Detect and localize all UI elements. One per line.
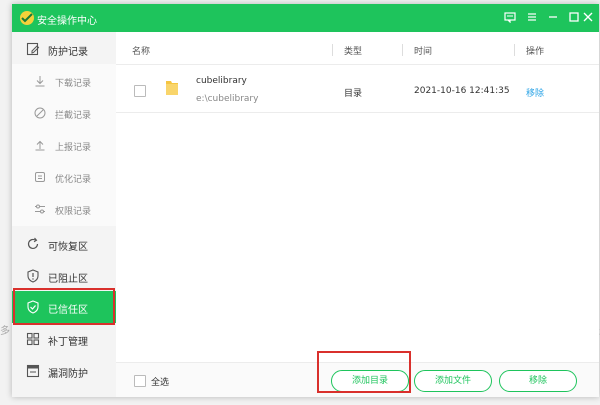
edit-doc-icon	[26, 42, 40, 56]
optimize-icon	[35, 172, 45, 182]
row-path: e:\cubelibrary	[196, 94, 259, 104]
column-header-time[interactable]: 时间	[414, 44, 432, 57]
select-all-checkbox[interactable]	[134, 375, 146, 387]
column-header-name[interactable]: 名称	[132, 44, 150, 57]
sidebar-subitem-label: 权限记录	[55, 207, 92, 217]
close-button[interactable]	[577, 8, 599, 28]
column-divider	[402, 44, 403, 56]
sidebar-item-protection-records[interactable]: 防护记录	[12, 34, 116, 64]
sidebar-subitem-optimizations[interactable]: 优化记录	[12, 162, 116, 192]
column-divider	[514, 44, 515, 56]
sidebar-item-patches[interactable]: 补丁管理	[12, 324, 116, 354]
message-icon	[504, 12, 516, 24]
menu-icon	[528, 13, 536, 21]
column-header-action: 操作	[526, 47, 545, 57]
column-header-type[interactable]: 类型	[344, 44, 362, 57]
highlight-box-add-directory	[317, 351, 411, 393]
minimize-icon	[549, 16, 557, 18]
sidebar-item-recoverable[interactable]: 可恢复区	[12, 229, 116, 259]
select-all-label[interactable]: 全选	[151, 375, 169, 388]
row-checkbox[interactable]	[134, 85, 146, 97]
window-title: 安全操作中心	[37, 16, 97, 27]
sidebar-subitem-label: 下载记录	[55, 79, 92, 89]
security-center-window: 安全操作中心 防护记录 下载记录 拦截记录 上报记录 优化记录 权限记录 可恢复…	[12, 4, 599, 397]
highlight-box-trusted	[13, 288, 115, 325]
menu-button[interactable]	[521, 8, 543, 28]
row-divider	[116, 112, 599, 113]
main-panel: 名称 类型 时间 操作 cubelibrary e:\cubelibrary 目…	[116, 32, 599, 397]
sidebar-subitem-permissions[interactable]: 权限记录	[12, 194, 116, 224]
sidebar-subitem-label: 上报记录	[55, 143, 92, 153]
restore-icon	[27, 237, 39, 250]
add-file-button[interactable]: 添加文件	[414, 370, 492, 392]
permission-icon	[35, 204, 45, 214]
row-name: cubelibrary	[196, 76, 247, 86]
close-icon	[583, 12, 593, 22]
sidebar: 防护记录 下载记录 拦截记录 上报记录 优化记录 权限记录 可恢复区 已阻止区 …	[12, 32, 116, 397]
background-text-left: 多	[0, 326, 10, 337]
sidebar-subitem-downloads[interactable]: 下载记录	[12, 66, 116, 96]
sidebar-item-label: 已阻止区	[48, 274, 88, 285]
row-remove-link[interactable]: 移除	[526, 86, 544, 99]
upload-icon	[35, 140, 45, 151]
header-divider	[116, 64, 599, 65]
column-divider	[332, 44, 333, 56]
remove-button[interactable]: 移除	[499, 370, 577, 392]
sidebar-subitem-label: 优化记录	[55, 175, 92, 185]
sidebar-subitem-intercepts[interactable]: 拦截记录	[12, 98, 116, 128]
sidebar-item-vuln-protection[interactable]: 漏洞防护	[12, 356, 116, 386]
sidebar-item-label: 补丁管理	[48, 337, 88, 348]
sidebar-subitem-reports[interactable]: 上报记录	[12, 130, 116, 160]
title-bar: 安全操作中心	[12, 4, 599, 32]
folder-icon	[166, 81, 178, 95]
sidebar-item-label: 漏洞防护	[48, 369, 88, 380]
grid-icon	[26, 332, 40, 346]
row-type: 目录	[344, 89, 363, 99]
sidebar-item-blocked[interactable]: 已阻止区	[12, 261, 116, 291]
block-icon	[34, 107, 46, 119]
app-logo-icon	[20, 11, 34, 25]
sidebar-item-label: 防护记录	[48, 47, 88, 58]
sidebar-item-label: 可恢复区	[48, 242, 88, 253]
feedback-button[interactable]	[499, 8, 521, 28]
shield-alert-icon	[27, 269, 39, 283]
download-icon	[35, 76, 45, 87]
row-time: 2021-10-16 12:41:35	[414, 86, 510, 96]
minimize-button[interactable]	[542, 8, 564, 28]
sidebar-subitem-label: 拦截记录	[55, 111, 92, 121]
vuln-monitor-icon	[26, 364, 40, 378]
